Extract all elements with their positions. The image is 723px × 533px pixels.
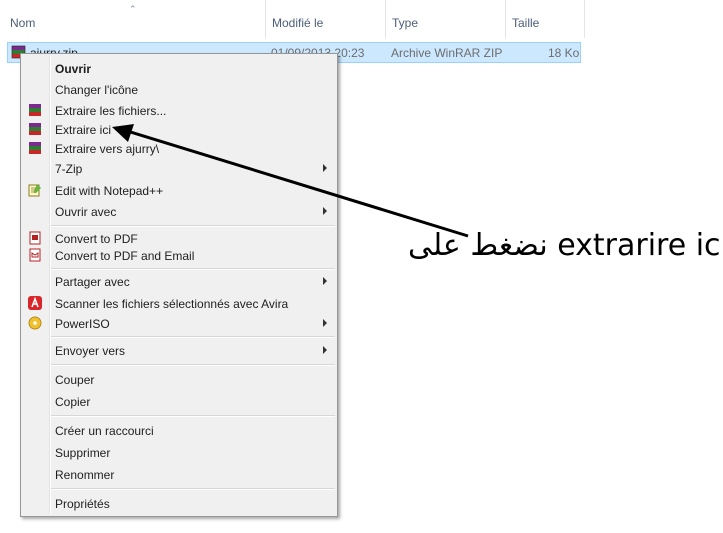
annotation-text: نضغط على extrarire ici (408, 228, 723, 263)
annotation-arrow (112, 124, 469, 238)
